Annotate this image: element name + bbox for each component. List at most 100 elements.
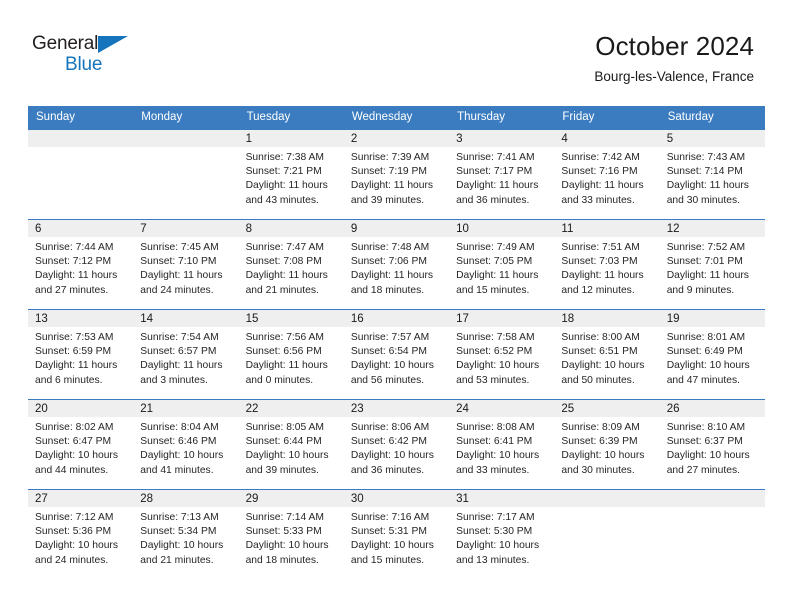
calendar-cell-day-25[interactable]: 25 Sunrise: 8:09 AM Sunset: 6:39 PM Dayligh… (554, 399, 660, 490)
day-number: 3 (449, 130, 555, 147)
calendar-cell-day-8[interactable]: 8 Sunrise: 7:47 AM Sunset: 7:08 PM Daylight… (238, 219, 344, 310)
day-details: Sunrise: 7:49 AM Sunset: 7:05 PM Daylight:… (449, 237, 555, 298)
day-number-band (28, 130, 134, 147)
daylight-text-line2: and 47 minutes. (666, 374, 740, 386)
weekday-header-sunday: Sunday (28, 106, 134, 130)
day-number-band (659, 490, 765, 507)
daylight-text-line1: Daylight: 11 hours (666, 270, 749, 282)
daylight-text-line1: Daylight: 10 hours (456, 540, 540, 552)
day-details (554, 507, 660, 511)
daylight-text-line2: and 43 minutes. (245, 194, 319, 206)
calendar-cell-day-21[interactable]: 21 Sunrise: 8:04 AM Sunset: 6:46 PM Dayligh… (133, 399, 239, 490)
day-details: Sunrise: 8:04 AM Sunset: 6:46 PM Daylight:… (133, 417, 239, 478)
daylight-text-line1: Daylight: 10 hours (666, 450, 750, 462)
day-details: Sunrise: 7:44 AM Sunset: 7:12 PM Daylight:… (28, 237, 134, 298)
daylight-text-line2: and 6 minutes. (35, 374, 103, 386)
daylight-text-line2: and 9 minutes. (666, 284, 735, 296)
calendar-cell-day-16[interactable]: 16 Sunrise: 7:57 AM Sunset: 6:54 PM Dayligh… (343, 309, 450, 400)
day-number: 18 (554, 310, 660, 327)
sunrise-text: Sunrise: 7:39 AM (350, 152, 430, 163)
sunrise-text: Sunrise: 7:17 AM (456, 512, 535, 523)
sunrise-text: Sunrise: 7:12 AM (35, 512, 114, 523)
calendar-cell-day-13[interactable]: 13 Sunrise: 7:53 AM Sunset: 6:59 PM Dayligh… (28, 309, 134, 400)
day-details (659, 507, 765, 511)
page-title: October 2024 (595, 31, 754, 61)
day-number: 10 (449, 220, 555, 237)
day-details: Sunrise: 8:06 AM Sunset: 6:42 PM Daylight:… (343, 417, 450, 478)
day-details: Sunrise: 7:12 AM Sunset: 5:36 PM Daylight:… (28, 507, 134, 568)
daylight-text-line2: and 24 minutes. (35, 554, 109, 566)
day-number: 11 (554, 220, 660, 237)
sunset-text: Sunset: 6:59 PM (35, 346, 112, 358)
daylight-text-line2: and 0 minutes. (245, 374, 314, 386)
title-block: October 2024 Bourg-les-Valence, France (594, 30, 754, 85)
daylight-text-line1: Daylight: 10 hours (350, 360, 434, 372)
day-details: Sunrise: 7:51 AM Sunset: 7:03 PM Daylight:… (554, 237, 660, 298)
day-number: 25 (554, 400, 660, 417)
daylight-text-line1: Daylight: 11 hours (456, 270, 539, 282)
calendar-cell-day-31[interactable]: 31 Sunrise: 7:17 AM Sunset: 5:30 PM Dayligh… (449, 489, 555, 580)
calendar-cell-day-3[interactable]: 3 Sunrise: 7:41 AM Sunset: 7:17 PM Daylight… (449, 129, 555, 220)
calendar-cell-day-1[interactable]: 1 Sunrise: 7:38 AM Sunset: 7:21 PM Daylight… (238, 129, 344, 220)
sunset-text: Sunset: 6:56 PM (245, 346, 322, 358)
day-number: 21 (133, 400, 239, 417)
sunset-text: Sunset: 7:21 PM (245, 166, 322, 178)
general-blue-logo[interactable]: General Blue (32, 34, 129, 74)
calendar-cell-empty (28, 129, 134, 220)
daylight-text-line2: and 30 minutes. (666, 194, 740, 206)
sunset-text: Sunset: 7:08 PM (245, 256, 322, 268)
calendar-cell-day-7[interactable]: 7 Sunrise: 7:45 AM Sunset: 7:10 PM Daylight… (133, 219, 239, 310)
calendar-cell-day-23[interactable]: 23 Sunrise: 8:06 AM Sunset: 6:42 PM Dayligh… (343, 399, 450, 490)
calendar-week-row: 1 Sunrise: 7:38 AM Sunset: 7:21 PM Daylight… (28, 129, 765, 220)
daylight-text-line1: Daylight: 11 hours (350, 270, 434, 282)
calendar-cell-day-12[interactable]: 12 Sunrise: 7:52 AM Sunset: 7:01 PM Dayligh… (659, 219, 765, 310)
calendar-cell-day-26[interactable]: 26 Sunrise: 8:10 AM Sunset: 6:37 PM Dayligh… (659, 399, 765, 490)
day-number: 20 (28, 400, 134, 417)
calendar-cell-day-18[interactable]: 18 Sunrise: 8:00 AM Sunset: 6:51 PM Dayligh… (554, 309, 660, 400)
calendar-cell-day-15[interactable]: 15 Sunrise: 7:56 AM Sunset: 6:56 PM Dayligh… (238, 309, 344, 400)
daylight-text-line1: Daylight: 11 hours (561, 270, 644, 282)
daylight-text-line2: and 27 minutes. (35, 284, 109, 296)
day-details: Sunrise: 7:58 AM Sunset: 6:52 PM Daylight:… (449, 327, 555, 388)
daylight-text-line2: and 36 minutes. (350, 464, 425, 476)
calendar-cell-day-5[interactable]: 5 Sunrise: 7:43 AM Sunset: 7:14 PM Daylight… (659, 129, 765, 220)
sunset-text: Sunset: 5:30 PM (456, 526, 533, 538)
sunrise-text: Sunrise: 8:09 AM (561, 422, 640, 433)
calendar-cell-day-29[interactable]: 29 Sunrise: 7:14 AM Sunset: 5:33 PM Dayligh… (238, 489, 344, 580)
calendar-cell-day-20[interactable]: 20 Sunrise: 8:02 AM Sunset: 6:47 PM Dayligh… (28, 399, 134, 490)
calendar-cell-day-28[interactable]: 28 Sunrise: 7:13 AM Sunset: 5:34 PM Dayligh… (133, 489, 239, 580)
calendar-cell-day-11[interactable]: 11 Sunrise: 7:51 AM Sunset: 7:03 PM Dayligh… (554, 219, 660, 310)
calendar-cell-day-22[interactable]: 22 Sunrise: 8:05 AM Sunset: 6:44 PM Dayligh… (238, 399, 344, 490)
calendar-cell-day-10[interactable]: 10 Sunrise: 7:49 AM Sunset: 7:05 PM Dayligh… (449, 219, 555, 310)
sunset-text: Sunset: 6:42 PM (350, 436, 427, 448)
sunset-text: Sunset: 7:14 PM (666, 166, 743, 178)
calendar-cell-day-19[interactable]: 19 Sunrise: 8:01 AM Sunset: 6:49 PM Dayligh… (659, 309, 765, 400)
calendar-cell-day-2[interactable]: 2 Sunrise: 7:39 AM Sunset: 7:19 PM Daylight… (343, 129, 450, 220)
daylight-text-line2: and 12 minutes. (561, 284, 635, 296)
calendar-cell-day-9[interactable]: 9 Sunrise: 7:48 AM Sunset: 7:06 PM Daylight… (343, 219, 450, 310)
calendar-cell-day-14[interactable]: 14 Sunrise: 7:54 AM Sunset: 6:57 PM Dayligh… (133, 309, 239, 400)
day-number: 24 (449, 400, 555, 417)
daylight-text-line2: and 15 minutes. (350, 554, 425, 566)
calendar-cell-day-27[interactable]: 27 Sunrise: 7:12 AM Sunset: 5:36 PM Dayligh… (28, 489, 134, 580)
day-number: 29 (238, 490, 344, 507)
daylight-text-line2: and 39 minutes. (350, 194, 425, 206)
calendar-cell-day-4[interactable]: 4 Sunrise: 7:42 AM Sunset: 7:16 PM Daylight… (554, 129, 660, 220)
sunrise-text: Sunrise: 7:58 AM (456, 332, 535, 343)
calendar-cell-day-6[interactable]: 6 Sunrise: 7:44 AM Sunset: 7:12 PM Daylight… (28, 219, 134, 310)
calendar-cell-day-30[interactable]: 30 Sunrise: 7:16 AM Sunset: 5:31 PM Dayligh… (343, 489, 450, 580)
day-number: 6 (28, 220, 134, 237)
sunset-text: Sunset: 6:54 PM (350, 346, 427, 358)
sunset-text: Sunset: 6:57 PM (140, 346, 217, 358)
sunrise-text: Sunrise: 7:52 AM (666, 242, 746, 253)
sunrise-text: Sunrise: 7:47 AM (245, 242, 324, 253)
daylight-text-line1: Daylight: 10 hours (561, 360, 645, 372)
daylight-text-line2: and 18 minutes. (245, 554, 319, 566)
sunrise-text: Sunrise: 7:13 AM (140, 512, 219, 523)
daylight-text-line2: and 15 minutes. (456, 284, 530, 296)
sunset-text: Sunset: 6:41 PM (456, 436, 533, 448)
calendar-cell-day-24[interactable]: 24 Sunrise: 8:08 AM Sunset: 6:41 PM Dayligh… (449, 399, 555, 490)
sunrise-text: Sunrise: 7:38 AM (245, 152, 324, 163)
calendar-cell-day-17[interactable]: 17 Sunrise: 7:58 AM Sunset: 6:52 PM Dayligh… (449, 309, 555, 400)
weekday-header-wednesday: Wednesday (343, 106, 450, 130)
